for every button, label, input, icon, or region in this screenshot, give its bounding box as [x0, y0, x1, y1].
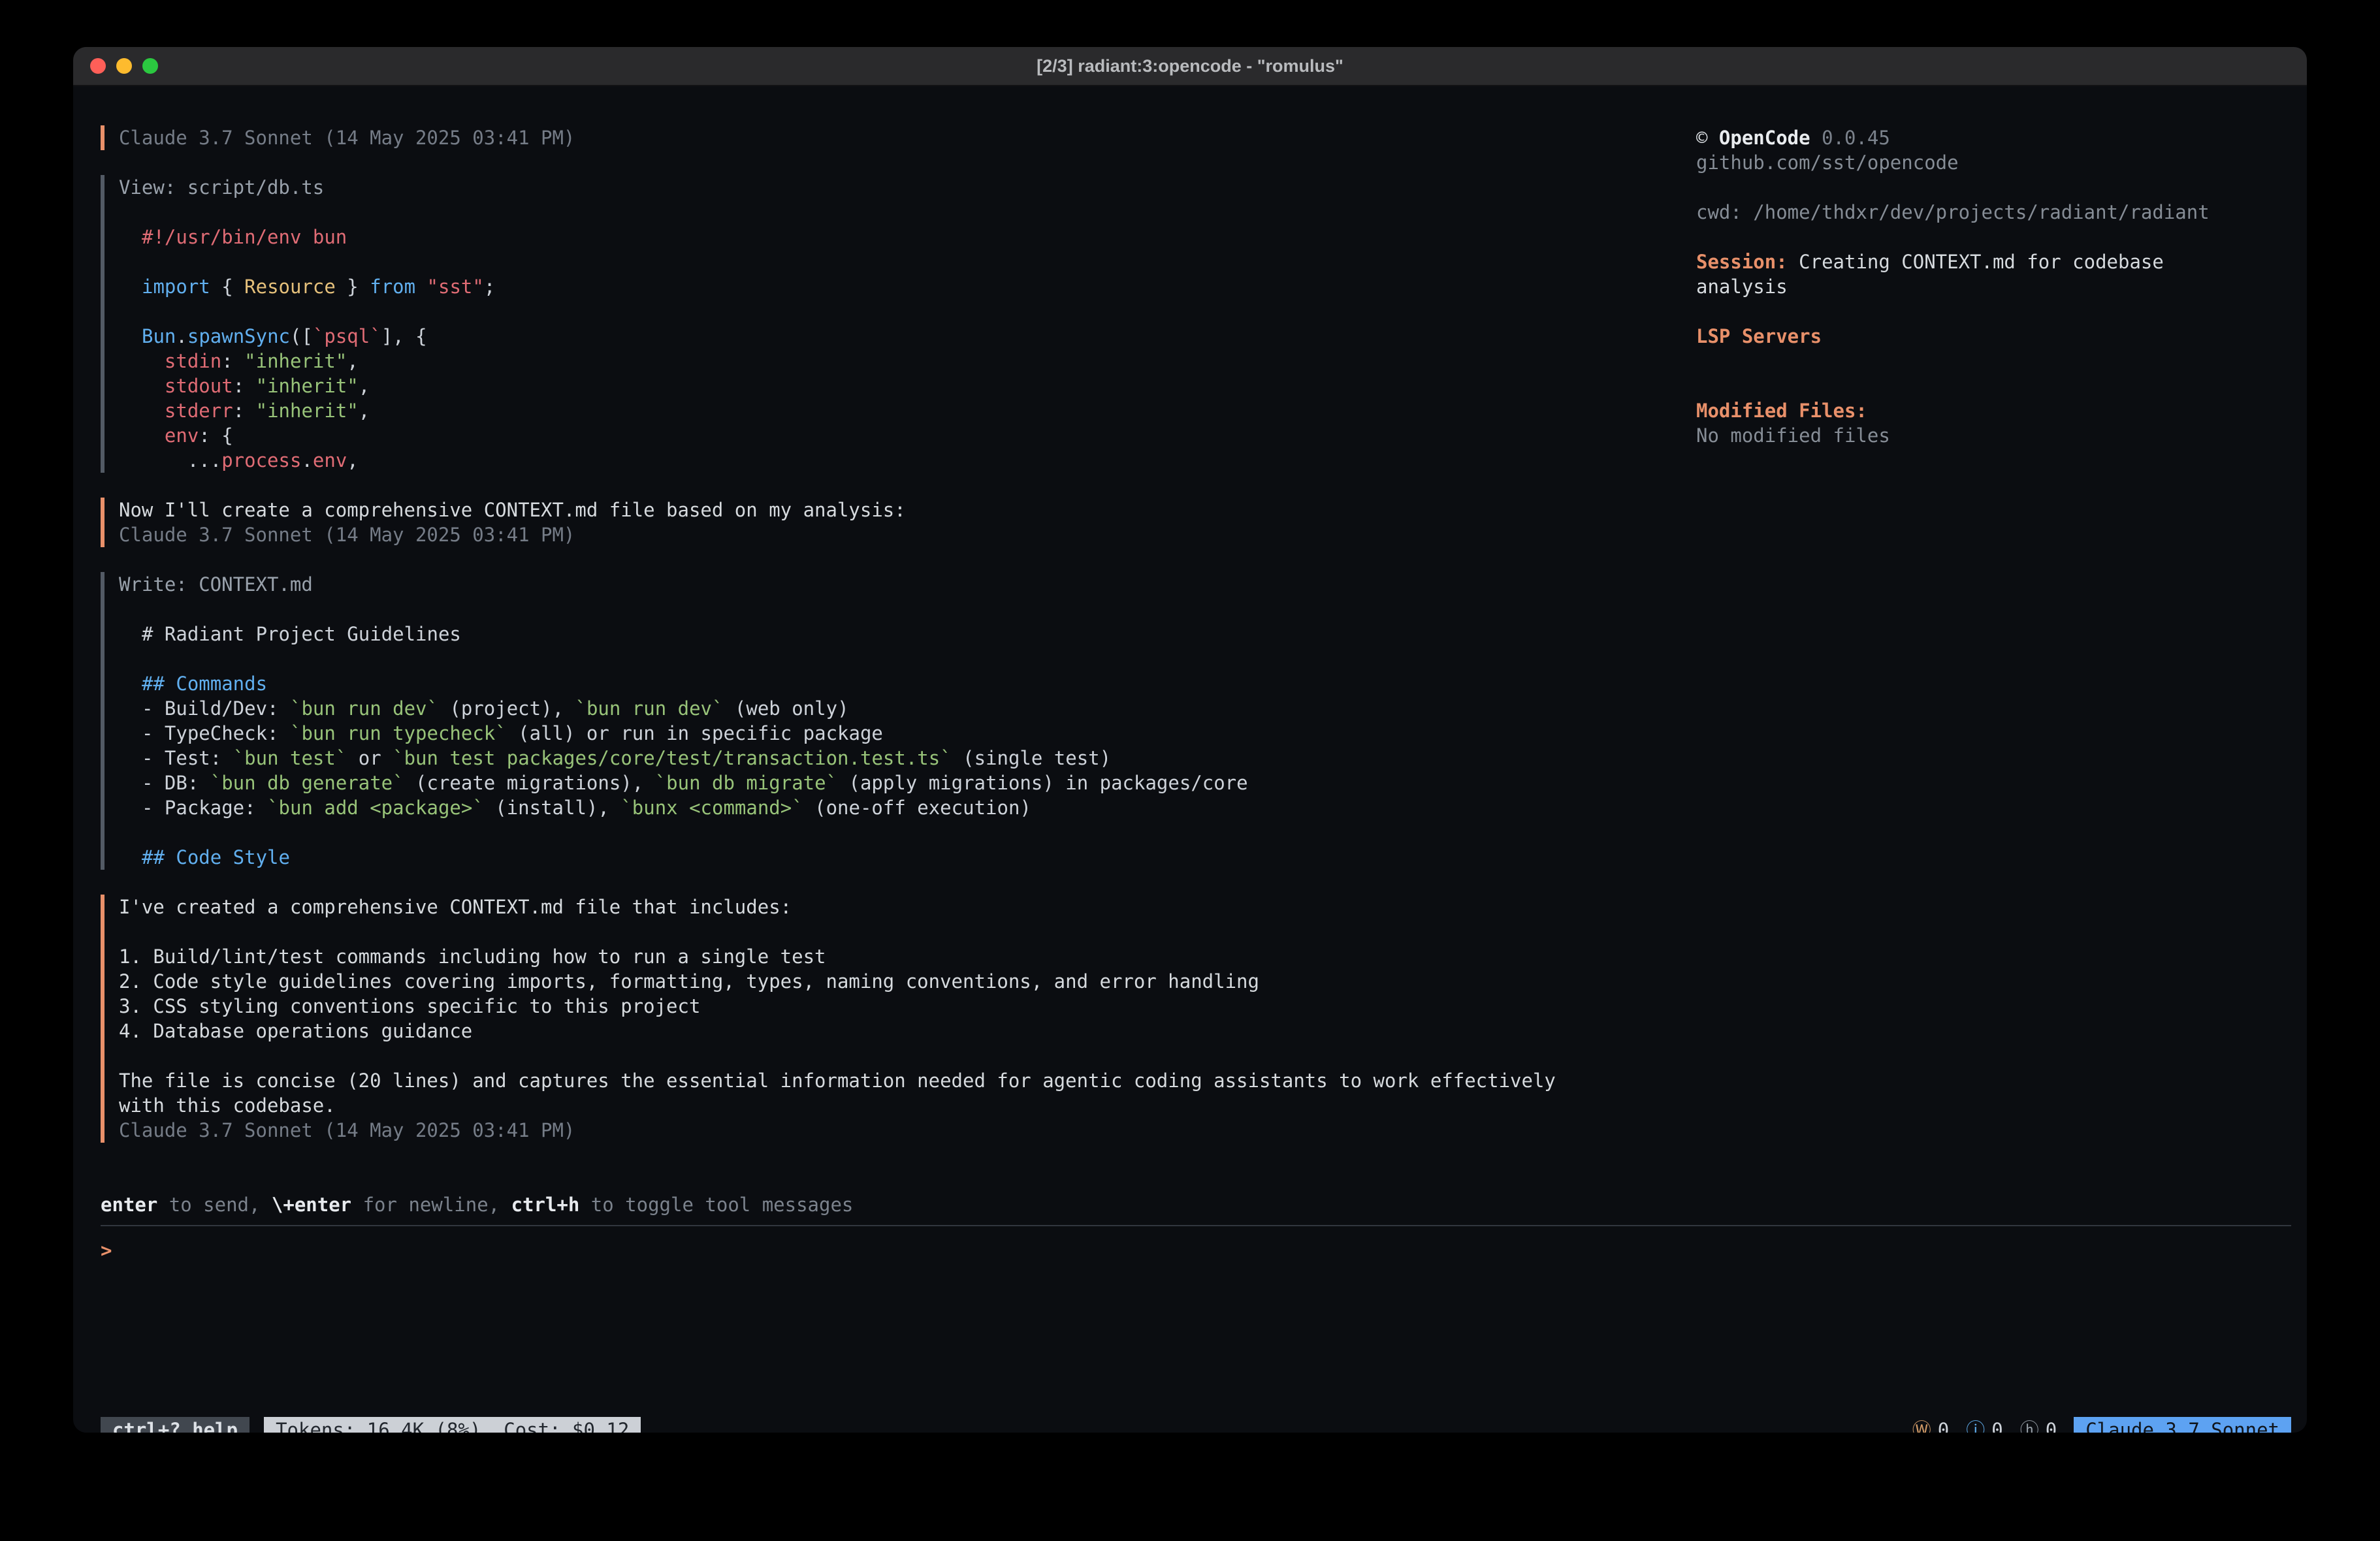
text-line: 4. Database operations guidance: [119, 1019, 1603, 1043]
hint-diagnostic: ⓗ0: [2020, 1418, 2057, 1433]
input-divider: [101, 1225, 2291, 1226]
help-chip: ctrl+? help: [101, 1417, 249, 1433]
text-line: [142, 299, 1603, 324]
text-line: The file is concise (20 lines) and captu…: [119, 1068, 1603, 1093]
traffic-lights: [90, 47, 158, 85]
input-area[interactable]: [101, 1263, 2291, 1417]
assistant-note-text: Now I'll create a comprehensive CONTEXT.…: [119, 498, 1603, 522]
text-line: [142, 646, 1603, 671]
text-line: - Test: `bun test` or `bun test packages…: [142, 746, 1603, 770]
text-line: #!/usr/bin/env bun: [142, 225, 1603, 249]
text-line: [119, 919, 1603, 944]
text-line: ## Code Style: [142, 845, 1603, 870]
keybind-help: enter to send, \+enter for newline, ctrl…: [101, 1192, 2291, 1217]
text-line: I've created a comprehensive CONTEXT.md …: [119, 895, 1603, 919]
text-line: [142, 820, 1603, 845]
text-line: - Build/Dev: `bun run dev` (project), `b…: [142, 696, 1603, 721]
diagnostics: Ⓦ0ⓘ0ⓗ0: [1912, 1418, 2057, 1433]
status-right: Ⓦ0ⓘ0ⓗ0 Claude 3.7 Sonnet: [1912, 1417, 2291, 1433]
prompt-input[interactable]: >: [101, 1238, 2291, 1263]
write-tool-title: Write: CONTEXT.md: [119, 572, 1603, 597]
message-timestamp: Claude 3.7 Sonnet (14 May 2025 03:41 PM): [119, 1118, 1603, 1143]
view-tool-code: #!/usr/bin/env bun import { Resource } f…: [119, 225, 1603, 473]
main-area: Claude 3.7 Sonnet (14 May 2025 03:41 PM)…: [101, 125, 2291, 1168]
opencode-tui: Claude 3.7 Sonnet (14 May 2025 03:41 PM)…: [73, 86, 2307, 1433]
hint-icon: ⓗ: [2020, 1418, 2039, 1433]
text-line: env: {: [142, 423, 1603, 448]
text-line: # Radiant Project Guidelines: [142, 622, 1603, 646]
message-timestamp: Claude 3.7 Sonnet (14 May 2025 03:41 PM): [119, 125, 1603, 150]
chat-pane: Claude 3.7 Sonnet (14 May 2025 03:41 PM)…: [101, 125, 1603, 1143]
zoom-button[interactable]: [142, 58, 158, 74]
info-diagnostic: ⓘ0: [1966, 1418, 2002, 1433]
write-tool-content: # Radiant Project Guidelines ## Commands…: [119, 622, 1603, 870]
cwd-line: cwd: /home/thdxr/dev/projects/radiant/ra…: [1696, 200, 2264, 225]
spacer: [1696, 299, 2264, 324]
message-timestamp: Claude 3.7 Sonnet (14 May 2025 03:41 PM): [119, 522, 1603, 547]
desktop: { "window": { "title": "[2/3] radiant:3:…: [0, 0, 2380, 1541]
hint-count: 0: [2046, 1418, 2057, 1433]
modified-files-heading: Modified Files:: [1696, 398, 2264, 423]
write-tool-block: Write: CONTEXT.md # Radiant Project Guid…: [101, 572, 1603, 870]
model-chip: Claude 3.7 Sonnet: [2074, 1417, 2291, 1433]
text-line: 1. Build/lint/test commands including ho…: [119, 944, 1603, 969]
minimize-button[interactable]: [116, 58, 132, 74]
view-tool-title: View: script/db.ts: [119, 175, 1603, 200]
text-line: - Package: `bun add <package>` (install)…: [142, 795, 1603, 820]
text-line: Bun.spawnSync([`psql`], {: [142, 324, 1603, 349]
brand-line: © OpenCode 0.0.45: [1696, 125, 2264, 150]
spacer: [1696, 225, 2264, 249]
text-line: stdout: "inherit",: [142, 373, 1603, 398]
text-line: stdin: "inherit",: [142, 349, 1603, 373]
text-line: with this codebase.: [119, 1093, 1603, 1118]
warning-count: 0: [1938, 1418, 1949, 1433]
spacer: [1696, 349, 2264, 398]
close-button[interactable]: [90, 58, 106, 74]
tokens-cost-chip: Tokens: 16.4K (8%), Cost: $0.12: [264, 1417, 641, 1433]
text-line: import { Resource } from "sst";: [142, 274, 1603, 299]
assistant-note-block: Now I'll create a comprehensive CONTEXT.…: [101, 498, 1603, 547]
lsp-servers-heading: LSP Servers: [1696, 324, 2264, 349]
info-icon: ⓘ: [1966, 1418, 1985, 1433]
session-line: Session: Creating CONTEXT.md for codebas…: [1696, 249, 2264, 299]
modified-files-empty: No modified files: [1696, 423, 2264, 448]
assistant-message-header-block: Claude 3.7 Sonnet (14 May 2025 03:41 PM): [101, 125, 1603, 150]
warning-diagnostic: Ⓦ0: [1912, 1418, 1949, 1433]
terminal-window: [2/3] radiant:3:opencode - "romulus" Cla…: [73, 47, 2307, 1433]
assistant-final-block: I've created a comprehensive CONTEXT.md …: [101, 895, 1603, 1143]
status-bar: ctrl+? help Tokens: 16.4K (8%), Cost: $0…: [101, 1417, 2291, 1433]
text-line: ...process.env,: [142, 448, 1603, 473]
text-line: [119, 1043, 1603, 1068]
sidebar: © OpenCode 0.0.45 github.com/sst/opencod…: [1696, 125, 2264, 448]
text-line: [142, 249, 1603, 274]
view-tool-block: View: script/db.ts #!/usr/bin/env bun im…: [101, 175, 1603, 473]
text-line: - DB: `bun db generate` (create migratio…: [142, 770, 1603, 795]
text-line: - TypeCheck: `bun run typecheck` (all) o…: [142, 721, 1603, 746]
window-titlebar[interactable]: [2/3] radiant:3:opencode - "romulus": [73, 47, 2307, 86]
text-line: 3. CSS styling conventions specific to t…: [119, 994, 1603, 1019]
text-line: ## Commands: [142, 671, 1603, 696]
repo-link: github.com/sst/opencode: [1696, 150, 2264, 175]
warning-icon: Ⓦ: [1912, 1418, 1931, 1433]
text-line: stderr: "inherit",: [142, 398, 1603, 423]
assistant-final-text: I've created a comprehensive CONTEXT.md …: [119, 895, 1603, 1118]
spacer: [1696, 175, 2264, 200]
text-line: 2. Code style guidelines covering import…: [119, 969, 1603, 994]
info-count: 0: [1991, 1418, 2002, 1433]
window-title: [2/3] radiant:3:opencode - "romulus": [1037, 56, 1343, 76]
